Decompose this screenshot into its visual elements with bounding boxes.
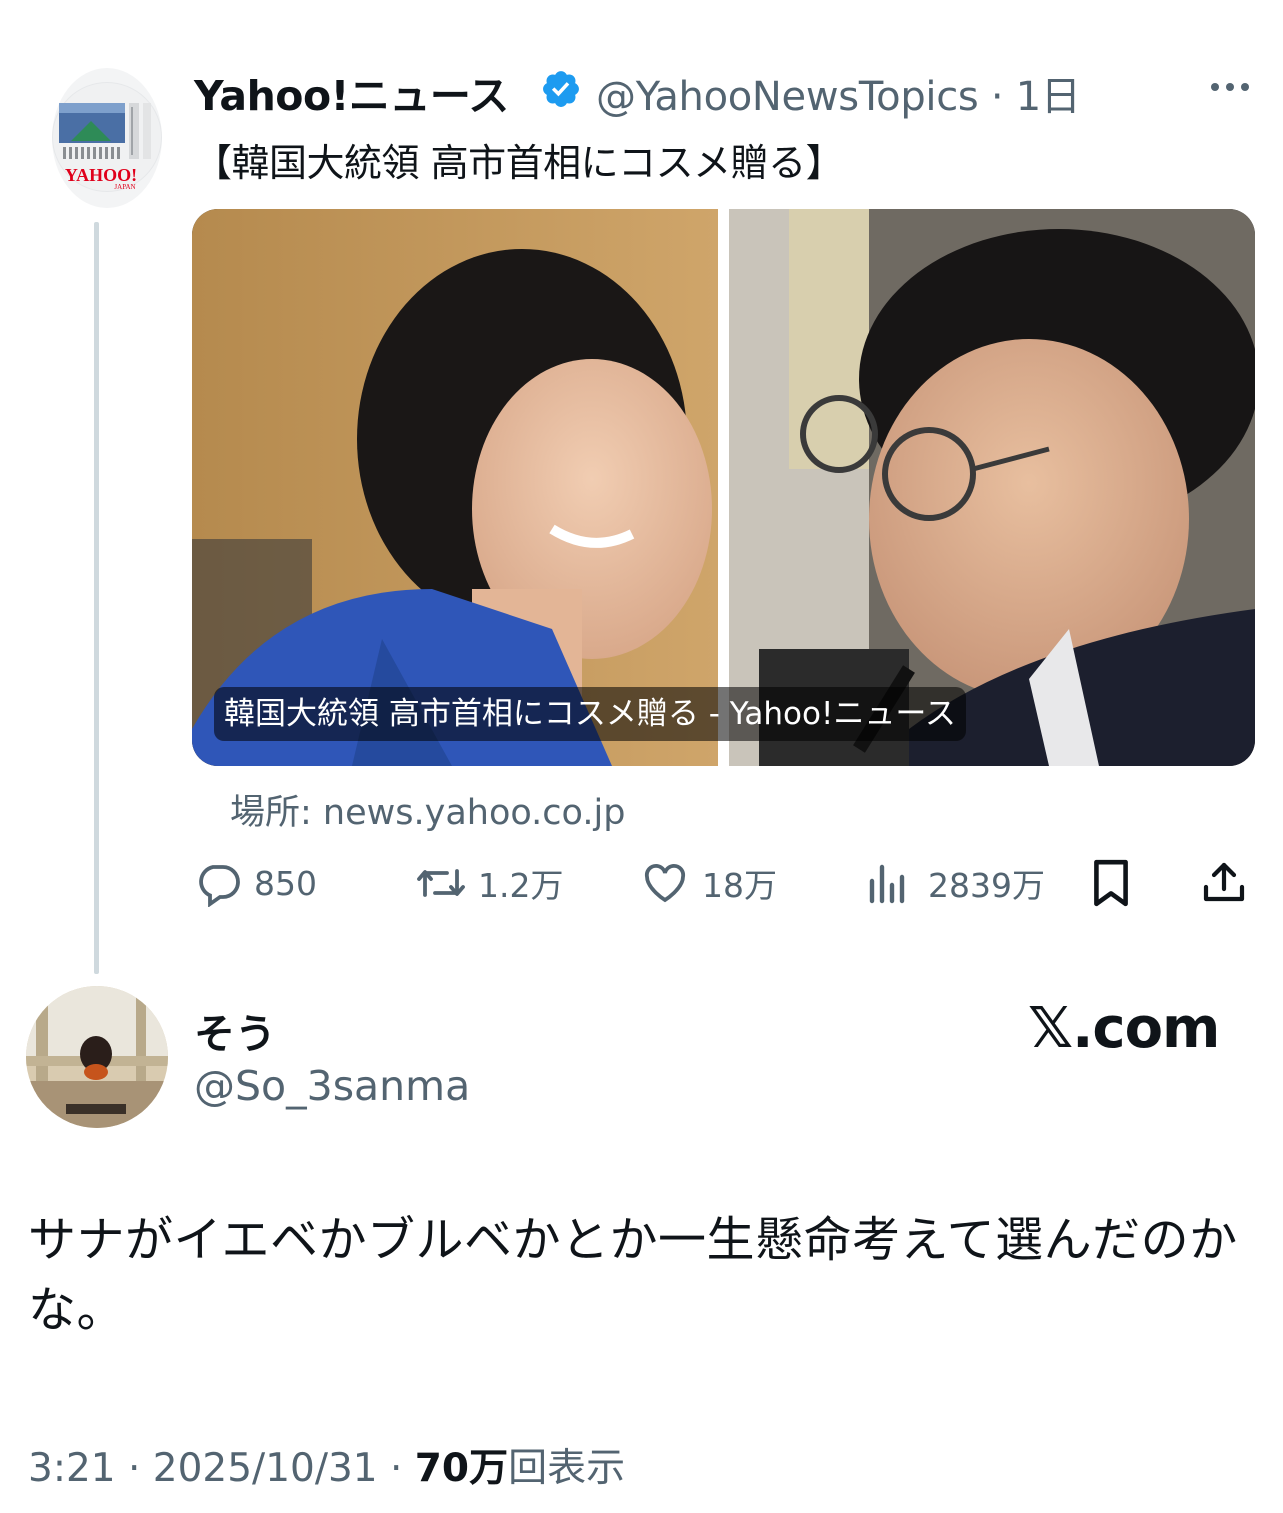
- yahoo-logo-text: YAHOO!: [65, 165, 137, 185]
- reply-count: 850: [254, 863, 317, 903]
- more-icon[interactable]: [1205, 76, 1255, 98]
- x-watermark: 𝕏.com: [1028, 996, 1220, 1061]
- post-meta: 3:21 · 2025/10/31 · 70万回表示: [28, 1437, 625, 1493]
- card-image-divider: [718, 209, 729, 766]
- like-button[interactable]: 18万: [640, 858, 777, 908]
- yahoo-avatar[interactable]: YAHOO! JAPAN: [52, 68, 162, 208]
- yahoo-logo-icon: YAHOO! JAPAN: [52, 82, 162, 192]
- yahoo-logo-subtext: JAPAN: [114, 183, 135, 191]
- reply-author-handle[interactable]: @So_3sanma: [194, 1062, 470, 1110]
- like-count: 18万: [702, 866, 777, 905]
- share-button[interactable]: [1200, 858, 1248, 908]
- repost-icon: [414, 859, 468, 907]
- bookmark-button[interactable]: [1090, 858, 1132, 908]
- quoted-author-name[interactable]: Yahoo!ニュース: [194, 62, 509, 122]
- views-button[interactable]: 2839万: [866, 858, 1045, 908]
- reply-body: サナがイエベかブルベかとか一生懸命考えて選んだのかな。: [28, 1212, 1238, 1338]
- bookmark-icon: [1090, 858, 1132, 908]
- thread-line: [94, 222, 99, 974]
- repost-count: 1.2万: [478, 866, 564, 905]
- link-preview-card[interactable]: 韓国大統領 高市首相にコスメ贈る - Yahoo!ニュース: [192, 209, 1255, 766]
- post-time[interactable]: 3:21: [28, 1446, 116, 1491]
- quoted-headline: 【韓国大統領 高市首相にコスメ贈る】: [194, 141, 844, 185]
- meta-separator: ·: [377, 1446, 415, 1491]
- quoted-time[interactable]: 1日: [1016, 74, 1081, 120]
- separator-dot: ·: [978, 74, 1016, 120]
- views-count: 2839万: [928, 866, 1045, 905]
- post-date[interactable]: 2025/10/31: [153, 1446, 378, 1491]
- reply-author-name[interactable]: そう: [194, 1000, 276, 1060]
- views-icon: [866, 859, 910, 907]
- reply-button[interactable]: 850: [194, 858, 317, 908]
- meta-separator: ·: [115, 1446, 153, 1491]
- reply-icon: [194, 859, 242, 907]
- card-image-left: [192, 209, 718, 766]
- verified-badge-icon: [540, 68, 582, 110]
- share-icon: [1200, 858, 1248, 908]
- user-avatar[interactable]: [26, 986, 168, 1128]
- quoted-author-handle[interactable]: @YahooNewsTopics · 1日: [596, 64, 1081, 122]
- card-image-right: [729, 209, 1255, 766]
- card-source[interactable]: 場所: news.yahoo.co.jp: [230, 784, 625, 835]
- like-icon: [640, 859, 690, 907]
- repost-button[interactable]: 1.2万: [414, 858, 563, 908]
- card-caption[interactable]: 韓国大統領 高市首相にコスメ贈る - Yahoo!ニュース: [214, 687, 966, 741]
- post-views-count: 70万: [414, 1446, 509, 1491]
- quoted-handle-text[interactable]: @YahooNewsTopics: [596, 74, 979, 120]
- post-views-label: 回表示: [508, 1446, 626, 1491]
